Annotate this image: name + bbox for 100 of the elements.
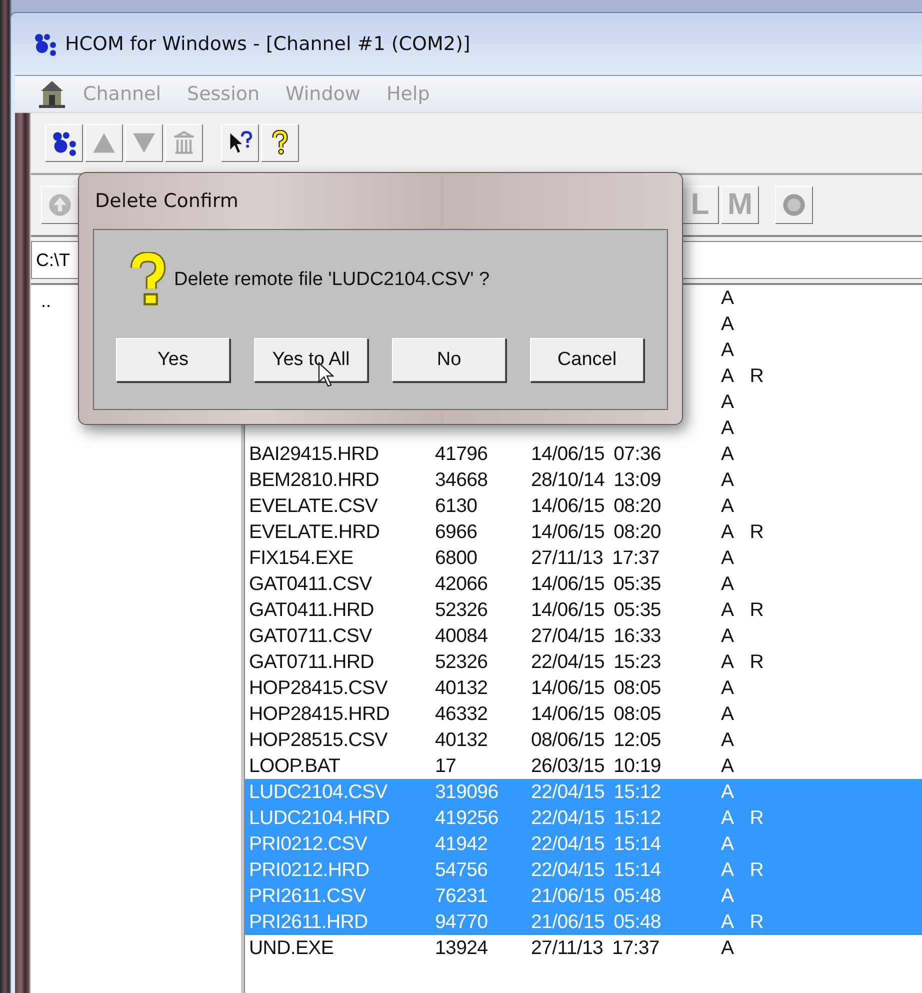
file-size: 52326 [435,650,488,672]
file-name: LOOP.BAT [249,754,340,776]
file-name: GAT0411.CSV [249,572,372,594]
file-size: 6130 [435,494,478,516]
file-date: 21/06/15 05:48 [531,884,661,906]
file-size: 13924 [435,936,488,958]
file-date: 27/11/13 17:37 [531,546,660,568]
file-attributes: A [721,286,734,310]
paws-button[interactable] [45,124,83,162]
file-size: 419256 [435,806,498,828]
dialog-button[interactable]: Cancel [530,338,644,382]
file-row[interactable]: HOP28515.CSV 40132 08/06/15 12:05 A [245,727,922,753]
file-size: 54756 [435,858,488,880]
file-date: 22/04/15 15:14 [531,858,661,880]
file-attributes: A [721,832,734,856]
file-date: 22/04/15 15:14 [531,832,661,854]
file-name: GAT0711.HRD [249,650,374,672]
file-name: PRI0212.HRD [249,858,370,880]
file-size: 40132 [435,728,488,750]
file-row[interactable]: UND.EXE 13924 27/11/13 17:37 A [245,935,922,961]
file-row[interactable]: HOP28415.CSV 40132 14/06/15 08:05 A [245,675,922,701]
file-attributes: A R [721,364,764,388]
file-attributes: A [721,754,734,778]
building-icon[interactable] [37,79,67,109]
file-row[interactable]: LOOP.BAT 17 26/03/15 10:19 A [245,753,922,779]
file-attributes: A [721,572,734,596]
file-attributes: A [721,312,734,336]
file-attributes: A [721,676,734,700]
file-row[interactable]: BAI29415.HRD 41796 14/06/15 07:36 A [245,441,922,467]
file-attributes: A [721,884,734,908]
disc-button[interactable] [775,186,813,224]
dialog-button[interactable]: Yes to All [254,338,368,382]
file-attributes: A R [721,650,764,674]
file-size: 319096 [435,780,498,802]
file-size: 6800 [435,546,478,568]
dialog-button[interactable]: Yes [116,338,230,382]
file-name: HOP28415.CSV [249,676,388,698]
file-row[interactable]: GAT0711.CSV 40084 27/04/15 16:33 A [245,623,922,649]
file-name: PRI2611.HRD [249,910,368,932]
file-date: 14/06/15 08:20 [531,520,661,542]
paws-icon [51,130,77,156]
file-row[interactable]: GAT0411.CSV 42066 14/06/15 05:35 A [245,571,922,597]
dialog-button[interactable]: No [392,338,506,382]
whats-this-button[interactable] [221,124,259,162]
up-arrow-circle-icon [47,192,73,218]
file-date: 14/06/15 05:35 [531,572,661,594]
file-row[interactable]: HOP28415.HRD 46332 14/06/15 08:05 A [245,701,922,727]
file-name: LUDC2104.HRD [249,806,390,828]
paws-icon [33,32,57,56]
file-row[interactable]: BEM2810.HRD 34668 28/10/14 13:09 A [245,467,922,493]
file-date: 14/06/15 08:05 [531,702,661,724]
file-name: PRI0212.CSV [249,832,368,854]
file-row[interactable]: GAT0411.HRD 52326 14/06/15 05:35 A R [245,597,922,623]
file-attributes: A R [721,598,764,622]
file-date: 27/11/13 17:37 [531,936,660,958]
file-size: 17 [435,754,456,776]
file-size: 46332 [435,702,488,724]
file-attributes: A R [721,806,764,830]
file-row[interactable]: EVELATE.CSV 6130 14/06/15 08:20 A [245,493,922,519]
file-row[interactable]: EVELATE.HRD 6966 14/06/15 08:20 A R [245,519,922,545]
file-attributes: A R [721,910,764,934]
file-name: LUDC2104.CSV [249,780,388,802]
file-name: HOP28515.CSV [249,728,388,750]
file-name: BEM2810.HRD [249,468,380,490]
file-date: 21/06/15 05:48 [531,910,661,932]
file-name: BAI29415.HRD [249,442,379,464]
file-date: 08/06/15 12:05 [531,728,661,750]
file-size: 42066 [435,572,488,594]
file-row[interactable]: FIX154.EXE 6800 27/11/13 17:37 A [245,545,922,571]
file-name: PRI2611.CSV [249,884,366,906]
file-attributes: A [721,494,734,518]
dialog-title: Delete Confirm [94,189,240,214]
file-name: FIX154.EXE [249,546,354,568]
file-size: 40132 [435,676,488,698]
file-size: 76231 [435,884,488,906]
file-date: 22/04/15 15:12 [531,780,661,802]
file-attributes: A [721,390,734,414]
file-attributes: A [721,624,734,648]
file-date: 14/06/15 08:05 [531,676,661,698]
file-attributes: A [721,442,734,466]
file-size: 40084 [435,624,488,646]
file-attributes: A [721,702,734,726]
file-date: 28/10/14 13:09 [531,468,661,490]
file-attributes: A R [721,520,764,544]
file-name: GAT0411.HRD [249,598,374,620]
file-size: 41942 [435,832,488,854]
file-attributes: A [721,468,734,492]
file-date: 26/03/15 10:19 [531,754,661,776]
help-button[interactable] [261,124,299,162]
file-size: 41796 [435,442,488,464]
file-attributes: A [721,936,734,960]
window-title: HCOM for Windows - [Channel #1 (COM2)] [65,33,470,55]
file-date: 27/04/15 16:33 [531,624,661,646]
file-attributes: A [721,416,734,440]
upload-button[interactable] [41,186,79,224]
file-name: EVELATE.CSV [249,494,378,516]
file-attributes: A R [721,858,764,882]
file-date: 14/06/15 08:20 [531,494,661,516]
file-row[interactable]: GAT0711.HRD 52326 22/04/15 15:23 A R [245,649,922,675]
file-name: HOP28415.HRD [249,702,390,724]
